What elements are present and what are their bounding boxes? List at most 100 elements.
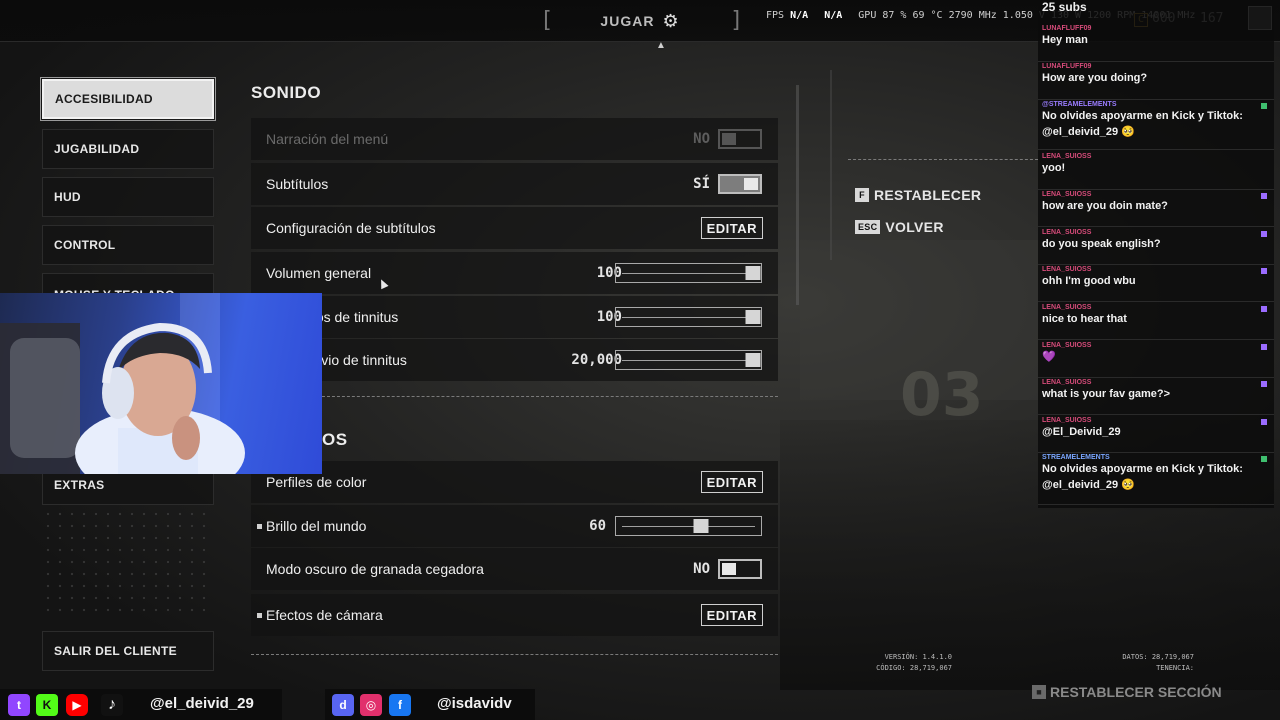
slider-thumb[interactable] bbox=[745, 310, 761, 324]
chat-message: LENA_SUIOSS 💜 bbox=[1038, 341, 1274, 378]
kick-icon[interactable]: K bbox=[36, 694, 58, 716]
setting-value: NO bbox=[693, 561, 710, 577]
topbar-indicator-icon: ▲ bbox=[656, 40, 666, 51]
chat-username: LENA_SUIOSS bbox=[1042, 379, 1092, 386]
menu-item-accesibilidad[interactable]: ACCESIBILIDAD bbox=[40, 77, 216, 121]
tenure-line: TENENCIA: bbox=[1156, 664, 1194, 672]
section-title-sonido: SONIDO bbox=[251, 83, 322, 102]
setting-row-tinnitus-effects[interactable]: de efectos de tinnitus 100 bbox=[251, 296, 778, 338]
setting-row-flash-dark-mode[interactable]: Modo oscuro de granada cegadora NO bbox=[251, 548, 778, 590]
setting-label: Narración del menú bbox=[266, 131, 389, 147]
twitch-icon[interactable]: t bbox=[8, 694, 30, 716]
setting-row-master-volume[interactable]: Volumen general 100 bbox=[251, 252, 778, 294]
slider-thumb[interactable] bbox=[745, 266, 761, 280]
chat-username: LENA_SUIOSS bbox=[1042, 266, 1092, 273]
setting-label: Efectos de cámara bbox=[266, 607, 383, 623]
reset-label: RESTABLECER bbox=[874, 187, 982, 203]
tinnitus-relief-slider[interactable] bbox=[615, 350, 762, 370]
discord-icon[interactable]: d bbox=[332, 694, 354, 716]
chat-username: LENA_SUIOSS bbox=[1042, 153, 1092, 160]
chat-username: LUNAFLUFF09 bbox=[1042, 63, 1092, 70]
menu-item-hud[interactable]: HUD bbox=[42, 177, 214, 217]
edit-button[interactable]: EDITAR bbox=[700, 604, 763, 626]
scene-wall-panel bbox=[800, 240, 1040, 400]
chat-sub-count: 25 subs bbox=[1042, 0, 1087, 14]
setting-row-camera-effects[interactable]: Efectos de cámara EDITAR bbox=[251, 594, 778, 636]
facebook-icon[interactable]: f bbox=[389, 694, 411, 716]
menu-item-label: CONTROL bbox=[54, 238, 116, 252]
setting-row-subtitle-config[interactable]: Configuración de subtítulos EDITAR bbox=[251, 207, 778, 249]
chat-text: @El_Deivid_29 bbox=[1042, 426, 1121, 438]
badge-icon bbox=[1261, 456, 1267, 462]
chat-text: do you speak english? bbox=[1042, 238, 1161, 250]
setting-row-world-brightness[interactable]: Brillo del mundo 60 bbox=[251, 505, 778, 547]
setting-row-color-profiles[interactable]: Perfiles de color EDITAR bbox=[251, 461, 778, 503]
setting-label: Volumen general bbox=[266, 265, 372, 281]
chat-message: LENA_SUIOSS nice to hear that bbox=[1038, 303, 1274, 340]
badge-icon bbox=[1261, 344, 1267, 350]
stat-gpu-label: GPU bbox=[858, 10, 877, 21]
reset-button[interactable]: F RESTABLECER bbox=[855, 187, 981, 203]
back-button[interactable]: ESC VOLVER bbox=[855, 219, 944, 235]
chat-message: LENA_SUIOSS how are you doin mate? bbox=[1038, 190, 1274, 227]
chat-message: LENA_SUIOSS @El_Deivid_29 bbox=[1038, 416, 1274, 453]
chat-text: what is your fav game?> bbox=[1042, 388, 1171, 400]
streamer-figure bbox=[0, 293, 245, 474]
back-key: ESC bbox=[855, 220, 881, 234]
data-info: DATOS: 28,719,067 TENENCIA: bbox=[1090, 652, 1194, 674]
chat-message: LENA_SUIOSS do you speak english? bbox=[1038, 228, 1274, 265]
toggle-switch[interactable] bbox=[718, 129, 762, 149]
play-tab[interactable]: JUGAR ⚙ bbox=[542, 9, 738, 33]
setting-label: Brillo del mundo bbox=[266, 518, 367, 534]
webcam-feed bbox=[0, 293, 322, 474]
instagram-icon[interactable]: ◎ bbox=[360, 694, 382, 716]
edit-button[interactable]: EDITAR bbox=[700, 471, 763, 493]
exit-client-button[interactable]: SALIR DEL CLIENTE bbox=[42, 631, 214, 671]
menu-dot-pattern bbox=[42, 508, 214, 618]
toggle-switch[interactable] bbox=[718, 174, 762, 194]
slider-thumb[interactable] bbox=[693, 519, 709, 533]
version-line: VERSIÓN: 1.4.1.0 bbox=[884, 653, 952, 661]
toggle-switch[interactable] bbox=[718, 559, 762, 579]
chat-text: 💜 bbox=[1042, 351, 1056, 363]
chat-text: nice to hear that bbox=[1042, 313, 1127, 325]
chat-text: ohh I'm good wbu bbox=[1042, 275, 1136, 287]
slider-thumb[interactable] bbox=[745, 353, 761, 367]
setting-label: Modo oscuro de granada cegadora bbox=[266, 561, 484, 577]
setting-row-subtitles[interactable]: Subtítulos SÍ bbox=[251, 163, 778, 205]
scene-vertical-rail bbox=[796, 85, 799, 305]
data-line: DATOS: 28,719,067 bbox=[1122, 653, 1194, 661]
chat-username: LENA_SUIOSS bbox=[1042, 229, 1092, 236]
stat-fps-value: N/A bbox=[790, 10, 809, 21]
menu-item-label: EXTRAS bbox=[54, 478, 105, 492]
chat-text: yoo! bbox=[1042, 162, 1066, 174]
volume-slider[interactable] bbox=[615, 263, 762, 283]
chat-message: @STREAMELEMENTS No olvides apoyarme en K… bbox=[1038, 100, 1274, 150]
menu-item-label: JUGABILIDAD bbox=[54, 142, 140, 156]
chat-username: @STREAMELEMENTS bbox=[1042, 101, 1117, 108]
setting-row-tinnitus-relief[interactable]: cia de alivio de tinnitus 20,000 bbox=[251, 339, 778, 381]
menu-item-jugabilidad[interactable]: JUGABILIDAD bbox=[42, 129, 214, 169]
badge-icon bbox=[1261, 103, 1267, 109]
modified-bullet-icon bbox=[257, 613, 262, 618]
badge-icon bbox=[1261, 268, 1267, 274]
badge-icon bbox=[1261, 193, 1267, 199]
setting-row-menu-narration[interactable]: Narración del menú NO bbox=[251, 118, 778, 160]
menu-item-label: HUD bbox=[54, 190, 81, 204]
chat-username: LENA_SUIOSS bbox=[1042, 304, 1092, 311]
youtube-icon[interactable]: ▶ bbox=[66, 694, 88, 716]
tinnitus-slider[interactable] bbox=[615, 307, 762, 327]
tiktok-icon[interactable]: ♪ bbox=[101, 694, 123, 716]
reset-section-button[interactable]: ■ RESTABLECER SECCIÓN bbox=[1032, 684, 1222, 700]
chat-message: LENA_SUIOSS what is your fav game?> bbox=[1038, 378, 1274, 415]
setting-value: SÍ bbox=[693, 176, 710, 192]
edit-button[interactable]: EDITAR bbox=[700, 217, 763, 239]
play-tab-label: JUGAR bbox=[600, 13, 655, 29]
gear-icon[interactable]: ⚙ bbox=[662, 11, 679, 32]
social-handle-main: @el_deivid_29 bbox=[150, 695, 254, 712]
badge-icon bbox=[1261, 381, 1267, 387]
chat-message: LENA_SUIOSS yoo! bbox=[1038, 152, 1274, 190]
menu-item-control[interactable]: CONTROL bbox=[42, 225, 214, 265]
brightness-slider[interactable] bbox=[615, 516, 762, 536]
chat-text: No olvides apoyarme en Kick y Tiktok: @e… bbox=[1042, 110, 1243, 138]
